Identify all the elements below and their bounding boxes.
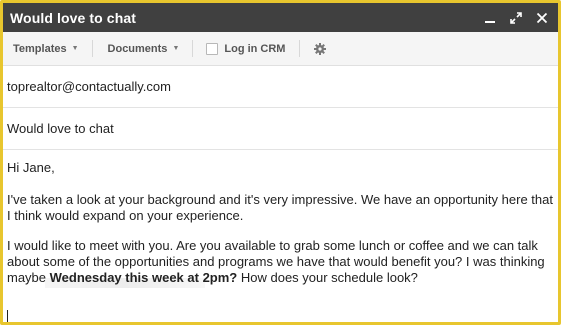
gear-icon bbox=[314, 42, 327, 55]
message-body[interactable]: Hi Jane, I've taken a look at your backg… bbox=[7, 150, 555, 322]
templates-dropdown[interactable]: Templates ▼ bbox=[3, 32, 92, 66]
close-icon[interactable] bbox=[535, 11, 549, 25]
documents-dropdown[interactable]: Documents ▼ bbox=[93, 32, 193, 66]
documents-label: Documents bbox=[107, 42, 168, 55]
window-controls bbox=[483, 11, 558, 25]
compose-title: Would love to chat bbox=[10, 9, 136, 26]
chevron-down-icon: ▼ bbox=[172, 45, 180, 52]
to-field[interactable]: toprealtor@contactually.com bbox=[3, 66, 558, 108]
to-value: toprealtor@contactually.com bbox=[7, 79, 171, 94]
body-paragraph-2-end: How does your schedule look? bbox=[237, 270, 418, 285]
settings-button[interactable] bbox=[300, 32, 327, 66]
log-in-crm-label: Log in CRM bbox=[224, 42, 286, 55]
text-cursor bbox=[7, 310, 8, 322]
log-in-crm-checkbox[interactable] bbox=[206, 42, 219, 55]
templates-label: Templates bbox=[13, 42, 67, 55]
meeting-time-emphasis: Wednesday this week at 2pm? bbox=[49, 270, 238, 285]
body-paragraph-2: I would like to meet with you. Are you a… bbox=[7, 238, 555, 286]
subject-field[interactable]: Would love to chat bbox=[3, 108, 558, 150]
chevron-down-icon: ▼ bbox=[71, 45, 79, 52]
minimize-icon[interactable] bbox=[483, 11, 497, 25]
subject-value: Would love to chat bbox=[7, 121, 114, 136]
compose-window: Would love to chat Templates ▼ Documents… bbox=[0, 0, 561, 325]
expand-icon[interactable] bbox=[509, 11, 523, 25]
compose-toolbar: Templates ▼ Documents ▼ Log in CRM bbox=[3, 32, 558, 66]
body-paragraph-1: I've taken a look at your background and… bbox=[7, 192, 553, 223]
compose-titlebar: Would love to chat bbox=[3, 3, 558, 32]
log-in-crm-toggle[interactable]: Log in CRM bbox=[193, 32, 299, 66]
greeting-text: Hi Jane, bbox=[7, 160, 55, 175]
